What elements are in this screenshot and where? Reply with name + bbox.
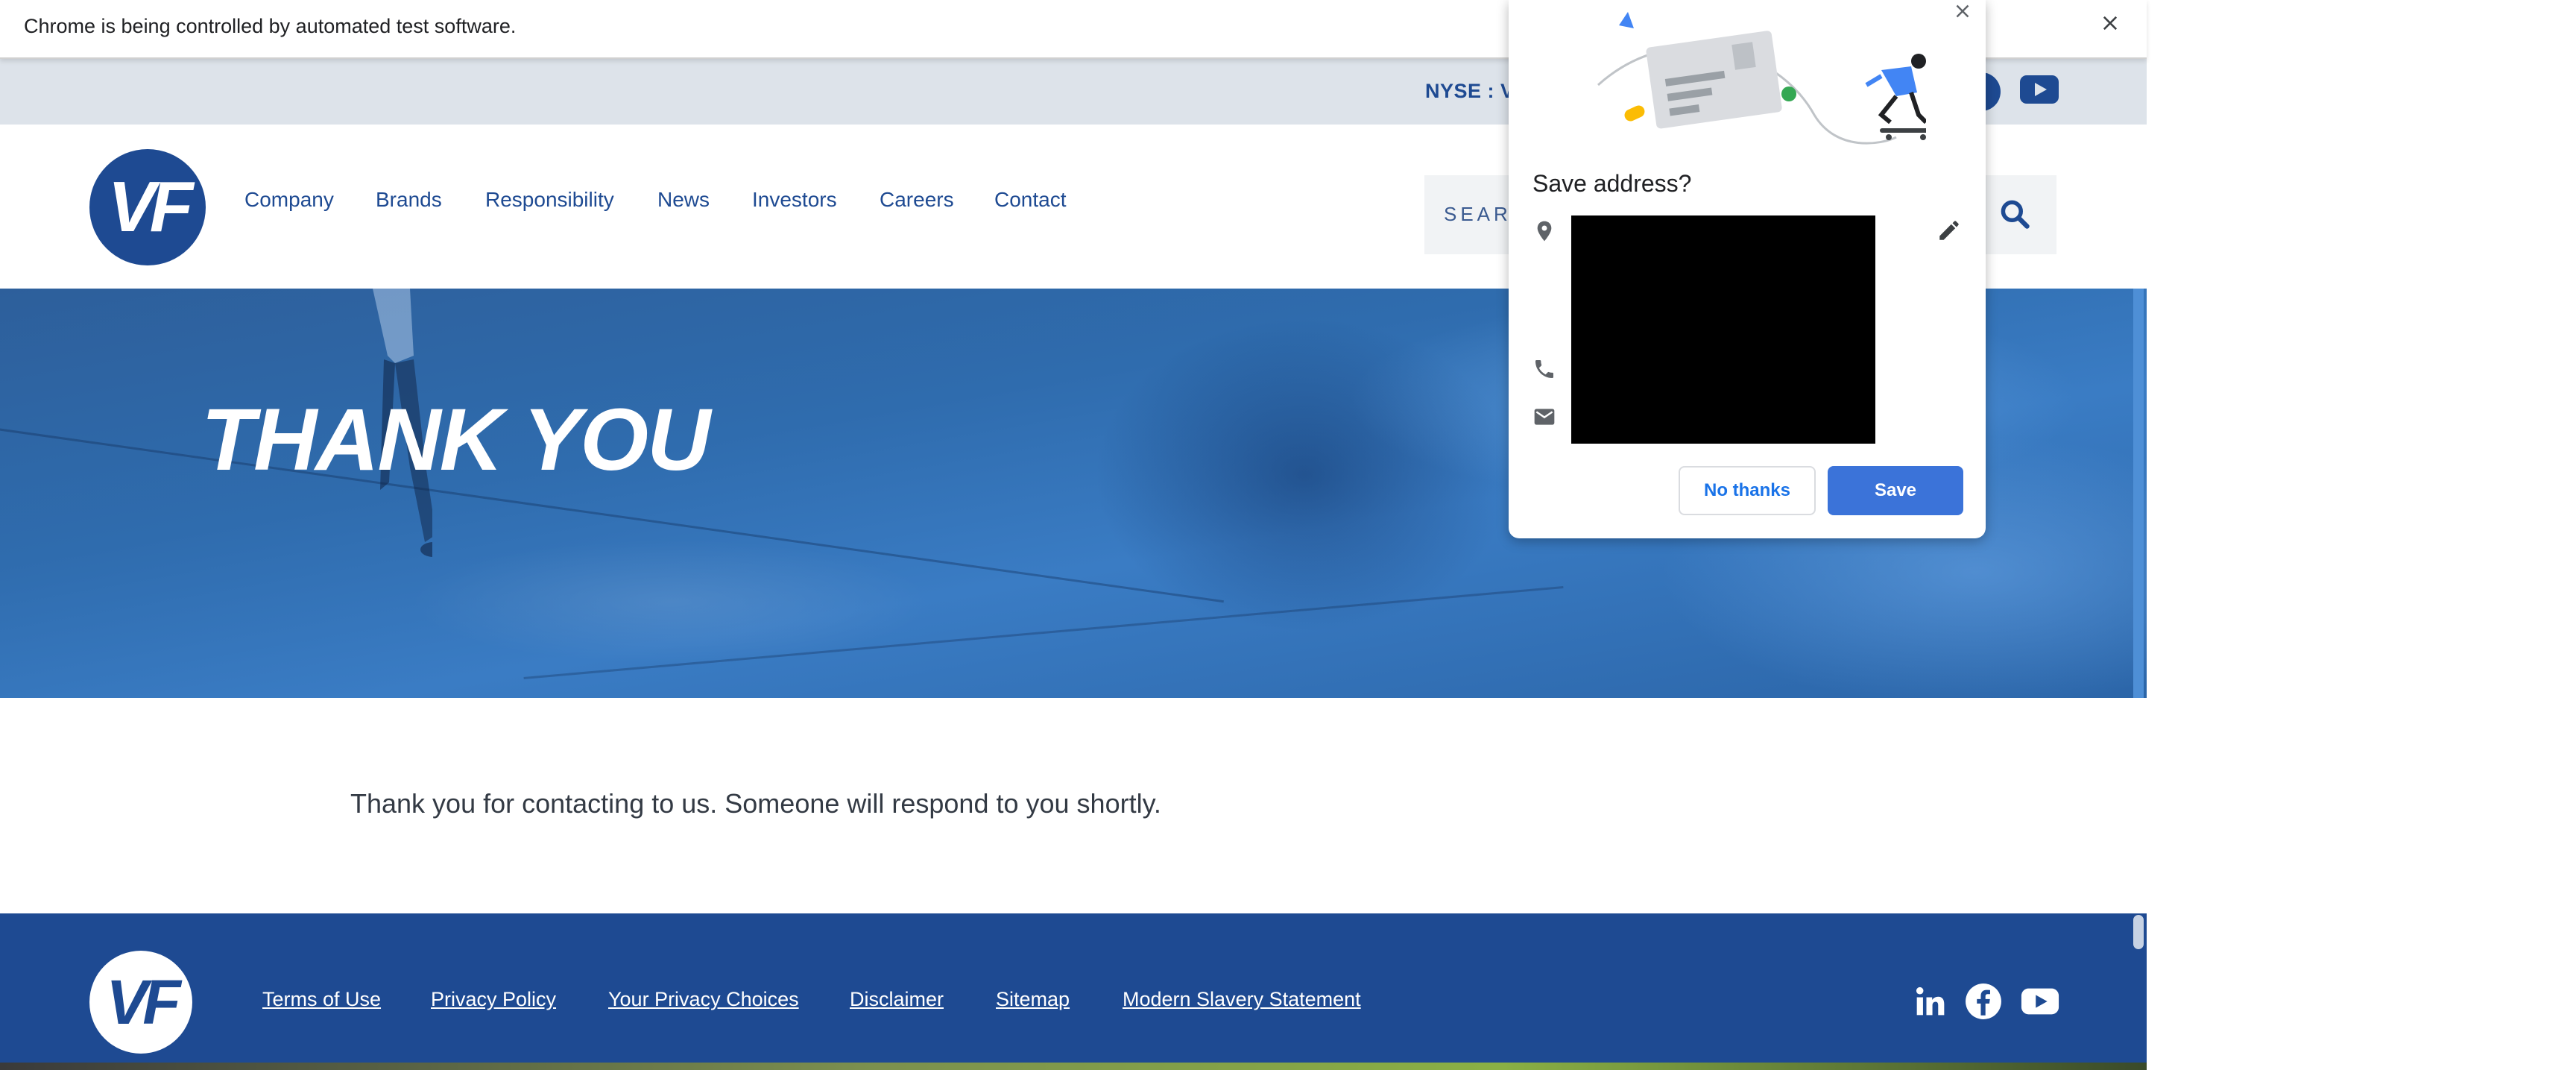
dialog-title: Save address? [1532, 170, 1692, 197]
page-title: THANK YOU [201, 391, 710, 489]
footer-link-terms[interactable]: Terms of Use [262, 988, 381, 1011]
confirmation-message: Thank you for contacting to us. Someone … [350, 788, 1161, 819]
nav-careers[interactable]: Careers [880, 188, 954, 212]
save-button[interactable]: Save [1828, 466, 1963, 515]
nav-contact[interactable]: Contact [994, 188, 1067, 212]
youtube-icon[interactable] [2020, 75, 2059, 104]
nav-responsibility[interactable]: Responsibility [485, 188, 614, 212]
browser-blank-area [2147, 59, 2576, 1070]
infobar-message: Chrome is being controlled by automated … [24, 15, 517, 37]
search-icon[interactable] [1998, 198, 2031, 230]
footer-vf-logo[interactable]: VF [89, 951, 192, 1054]
hero-scrollbar [2133, 289, 2144, 698]
footer-link-privacy-choices[interactable]: Your Privacy Choices [608, 988, 799, 1011]
footer-link-disclaimer[interactable]: Disclaimer [850, 988, 944, 1011]
email-icon [1532, 405, 1556, 429]
site-footer: VF Terms of Use Privacy Policy Your Priv… [0, 913, 2147, 1070]
footer-scrollbar-thumb[interactable] [2133, 915, 2144, 949]
edit-pencil-icon[interactable] [1936, 218, 1962, 243]
footer-image-strip [0, 1063, 2147, 1070]
location-pin-icon [1532, 219, 1556, 243]
phone-icon [1532, 357, 1556, 381]
facebook-icon[interactable] [1965, 983, 2002, 1020]
nav-news[interactable]: News [657, 188, 710, 212]
nav-investors[interactable]: Investors [752, 188, 837, 212]
save-address-dialog: Save address? No thanks Save [1509, 0, 1986, 538]
footer-link-sitemap[interactable]: Sitemap [996, 988, 1070, 1011]
linkedin-icon[interactable] [1914, 985, 1947, 1018]
redacted-address-details [1571, 215, 1875, 444]
footer-link-privacy-policy[interactable]: Privacy Policy [431, 988, 556, 1011]
vf-logo[interactable]: VF [89, 149, 206, 265]
youtube-icon[interactable] [2020, 983, 2060, 1020]
hero-rock-texture [523, 585, 1564, 680]
save-address-illustration [1597, 12, 1926, 145]
infobar-close-icon[interactable] [2100, 13, 2121, 34]
dialog-close-icon[interactable] [1951, 0, 1974, 22]
no-thanks-button[interactable]: No thanks [1679, 466, 1816, 515]
nav-brands[interactable]: Brands [376, 188, 442, 212]
footer-link-modern-slavery[interactable]: Modern Slavery Statement [1123, 988, 1361, 1011]
nav-company[interactable]: Company [244, 188, 334, 212]
